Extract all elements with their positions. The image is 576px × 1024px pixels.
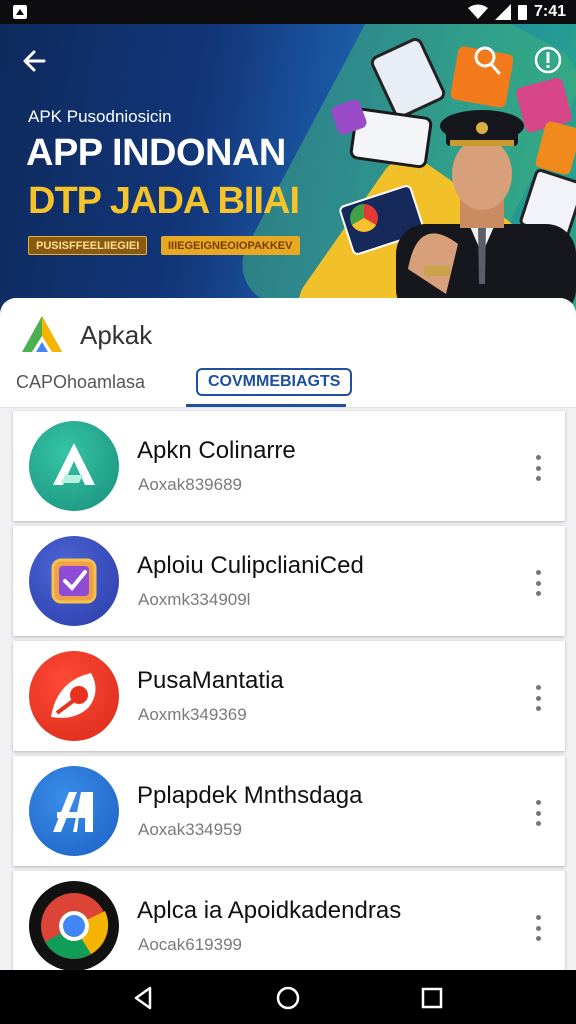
status-time: 7:41 [533,3,566,20]
info-button[interactable] [532,44,564,76]
banner-pill-right[interactable]: IIIEGEIGNEOIOPAKKEV [161,236,300,255]
more-options-icon[interactable] [533,915,543,941]
app-icon [29,651,119,741]
banner-title-secondary: DTP JADA BIIAI [28,180,300,222]
app-name: PusaMantatia [137,667,284,694]
a-triangle-icon [53,443,95,485]
slash-a-icon [53,792,93,832]
system-nav-bar [0,970,576,1024]
promo-banner[interactable]: APK Pusodniosicin APP INDONAN DTP JADA B… [0,24,576,314]
home-circle-icon[interactable] [274,984,302,1012]
more-options-icon[interactable] [533,685,543,711]
app-id: Aoxak334959 [138,820,242,839]
recents-square-icon[interactable] [418,984,446,1012]
list-item[interactable]: Apkn Colinarre Aoxak839689 [13,411,565,521]
more-options-icon[interactable] [533,800,543,826]
leaf-swirl-icon [51,673,96,718]
back-triangle-icon[interactable] [130,984,158,1012]
chrome-icon [41,893,109,959]
app-icon [29,881,119,971]
status-bar: 7:41 [0,0,576,24]
battery-icon [517,4,527,20]
back-button[interactable] [18,44,52,78]
officer-illustration [396,110,576,314]
content-sheet: Apkak CAPOhoamlasa COVMMEBIAGTS Apkn Col… [0,298,576,981]
list-item[interactable]: Pplapdek Mnthsdaga Aoxak334959 [13,756,565,866]
tab-comments[interactable]: COVMMEBIAGTS [196,368,353,396]
brand-name: Apkak [80,320,153,350]
brand-logo-icon [22,316,62,352]
banner-pill-left[interactable]: PUSISFFEELIIEGIEI [28,236,148,255]
banner-subtitle: APK Pusodniosicin [28,107,172,126]
info-icon [534,46,562,74]
tab-categories[interactable]: CAPOhoamlasa [16,372,145,393]
list-item[interactable]: Aplca ia Apoidkadendras Aocak619399 [13,871,565,981]
app-icon [29,536,119,626]
app-id: Aocak619399 [138,935,242,954]
app-id: Aoxmk334909l [138,590,251,609]
banner-title: APP INDONAN [26,132,286,174]
back-arrow-icon [23,50,46,72]
list-item[interactable]: PusaMantatia Aoxmk349369 [13,641,565,751]
app-id: Aoxmk349369 [138,705,247,724]
app-icon [29,421,119,511]
more-options-icon[interactable] [533,455,543,481]
search-user-icon [474,46,501,75]
search-button[interactable] [470,44,504,78]
app-icon [29,766,119,856]
app-id: Aoxak839689 [138,475,242,494]
checklist-icon [51,558,97,604]
app-name: Apkn Colinarre [137,437,296,464]
floating-chrome-badge [350,204,378,232]
wifi-icon [467,4,488,19]
app-name: Aploiu CulipclianiCed [137,552,364,579]
signal-icon [494,4,511,20]
app-name: Pplapdek Mnthsdaga [137,782,363,809]
list-item[interactable]: Aploiu CulipclianiCed Aoxmk334909l [13,526,565,636]
app-name: Aplca ia Apoidkadendras [137,897,402,924]
more-options-icon[interactable] [533,570,543,596]
notification-icon [13,5,27,19]
